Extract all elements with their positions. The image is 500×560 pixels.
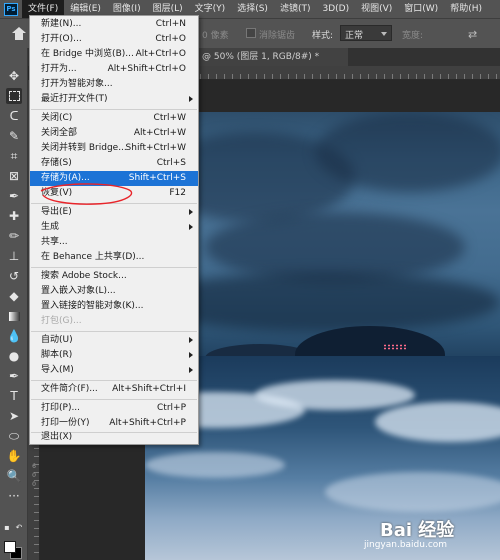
menu-item-scripts[interactable]: 脚本(R) <box>30 348 198 363</box>
menu-item-open[interactable]: 打开(O)... Ctrl+O <box>30 32 198 47</box>
submenu-arrow-icon <box>189 96 193 102</box>
menu-3d[interactable]: 3D(D) <box>316 0 355 18</box>
width-label: 宽度: <box>402 31 424 41</box>
quick-select-tool-icon[interactable]: ✎ <box>6 128 22 144</box>
ruler-numbers: 6 0 0 <box>32 463 36 488</box>
style-label: 样式: <box>312 31 334 41</box>
menu-item-place-embedded[interactable]: 置入嵌入对象(L)... <box>30 284 198 299</box>
brush-tool-icon[interactable]: ✏ <box>6 228 22 244</box>
default-colors-icon[interactable]: ▪ <box>2 520 12 536</box>
ellipse-tool-icon[interactable]: ⬭ <box>6 428 22 444</box>
menu-item-open-as[interactable]: 打开为... Alt+Shift+Ctrl+O <box>30 62 198 77</box>
menu-item-print[interactable]: 打印(P)... Ctrl+P <box>30 401 198 416</box>
style-select-value: 正常 <box>345 31 364 41</box>
menu-item-generate[interactable]: 生成 <box>30 220 198 235</box>
submenu-arrow-icon <box>189 337 193 343</box>
dodge-tool-icon[interactable]: ● <box>6 348 22 364</box>
submenu-arrow-icon <box>189 352 193 358</box>
chevron-down-icon <box>381 32 387 36</box>
healing-brush-tool-icon[interactable]: ✚ <box>6 208 22 224</box>
blur-tool-icon[interactable]: 💧 <box>6 328 22 344</box>
menu-window[interactable]: 窗口(W) <box>398 0 444 18</box>
watermark-brand: Bai 经验 <box>380 520 455 541</box>
menu-item-share-behance[interactable]: 在 Behance 上共享(D)... <box>30 250 198 265</box>
menu-item-new[interactable]: 新建(N)... Ctrl+N <box>30 17 198 32</box>
style-select[interactable]: 正常 <box>340 25 392 41</box>
menu-item-package: 打包(G)... <box>41 316 82 326</box>
antialias-checkbox[interactable] <box>246 28 256 38</box>
eraser-tool-icon[interactable]: ◆ <box>6 288 22 304</box>
swap-icon[interactable]: ⇄ <box>468 28 477 41</box>
menu-help[interactable]: 帮助(H) <box>444 0 488 18</box>
menu-item-open-smart-object[interactable]: 打开为智能对象... <box>30 77 198 92</box>
menu-view[interactable]: 视图(V) <box>355 0 398 18</box>
watermark-url: jingyan.baidu.com <box>364 540 448 550</box>
menu-item-close[interactable]: 关闭(C) Ctrl+W <box>30 111 198 126</box>
menu-item-import[interactable]: 导入(M) <box>30 363 198 378</box>
file-menu: 新建(N)... Ctrl+N 打开(O)... Ctrl+O 在 Bridge 中… <box>29 15 199 445</box>
more-tools-icon[interactable]: ··· <box>6 488 22 504</box>
zoom-tool-icon[interactable]: 🔍 <box>6 468 22 484</box>
pen-tool-icon[interactable]: ✒ <box>6 368 22 384</box>
document-tab[interactable]: @ 50% (图层 1, RGB/8#) * <box>198 48 348 66</box>
home-icon[interactable] <box>12 27 26 40</box>
menu-item-save-as[interactable]: 存储为(A)... Shift+Ctrl+S <box>30 171 198 186</box>
submenu-arrow-icon <box>189 224 193 230</box>
menu-item-search-adobe-stock[interactable]: 搜索 Adobe Stock... <box>30 269 198 284</box>
antialias-label: 消除锯齿 <box>259 31 296 41</box>
menu-item-open-recent[interactable]: 最近打开文件(T) <box>30 92 198 107</box>
eyedropper-tool-icon[interactable]: ✒ <box>6 188 22 204</box>
foreground-color-swatch[interactable] <box>4 541 16 553</box>
type-tool-icon[interactable]: T <box>6 388 22 404</box>
menu-item-close-all[interactable]: 关闭全部 Alt+Ctrl+W <box>30 126 198 141</box>
menu-select[interactable]: 选择(S) <box>231 0 274 18</box>
menu-item-close-goto-bridge[interactable]: 关闭并转到 Bridge... Shift+Ctrl+W <box>30 141 198 156</box>
feather-value[interactable]: 0 像素 <box>202 28 229 41</box>
frame-tool-icon[interactable]: ⊠ <box>6 168 22 184</box>
menu-item-save[interactable]: 存储(S) Ctrl+S <box>30 156 198 171</box>
menu-item-exit[interactable]: 退出(X) <box>30 430 198 444</box>
history-brush-tool-icon[interactable]: ↺ <box>6 268 22 284</box>
photoshop-logo: Ps <box>4 2 18 16</box>
submenu-arrow-icon <box>189 367 193 373</box>
crop-tool-icon[interactable]: ⌗ <box>6 148 22 164</box>
menu-filter[interactable]: 滤镜(T) <box>274 0 317 18</box>
menu-item-print-one-copy[interactable]: 打印一份(Y) Alt+Shift+Ctrl+P <box>30 416 198 431</box>
menu-item-share[interactable]: 共享... <box>30 235 198 250</box>
move-tool-icon[interactable]: ✥ <box>6 68 22 84</box>
menu-item-automate[interactable]: 自动(U) <box>30 333 198 348</box>
menu-item-browse-bridge[interactable]: 在 Bridge 中浏览(B)... Alt+Ctrl+O <box>30 47 198 62</box>
hand-tool-icon[interactable]: ✋ <box>6 448 22 464</box>
lasso-tool-icon[interactable]: ᑕ <box>6 108 22 124</box>
menu-item-revert[interactable]: 恢复(V) F12 <box>30 186 198 201</box>
menu-item-file-info[interactable]: 文件简介(F)... Alt+Shift+Ctrl+I <box>30 382 198 397</box>
submenu-arrow-icon <box>189 209 193 215</box>
toolbox: ✥ ᑕ ✎ ⌗ ⊠ ✒ ✚ ✏ ⊥ ↺ ◆ 💧 ● ✒ T ➤ ⬭ ✋ 🔍 ··… <box>0 48 28 560</box>
gradient-tool-icon[interactable] <box>6 308 22 324</box>
clone-stamp-tool-icon[interactable]: ⊥ <box>6 248 22 264</box>
marquee-tool-icon[interactable] <box>6 88 22 104</box>
swap-colors-icon[interactable]: ↶ <box>14 520 24 536</box>
menu-item-place-linked[interactable]: 置入链接的智能对象(K)... <box>30 299 198 314</box>
baidu-watermark: Bai 经验 jingyan.baidu.com <box>360 514 500 560</box>
menu-item-export[interactable]: 导出(E) <box>30 205 198 220</box>
path-selection-tool-icon[interactable]: ➤ <box>6 408 22 424</box>
